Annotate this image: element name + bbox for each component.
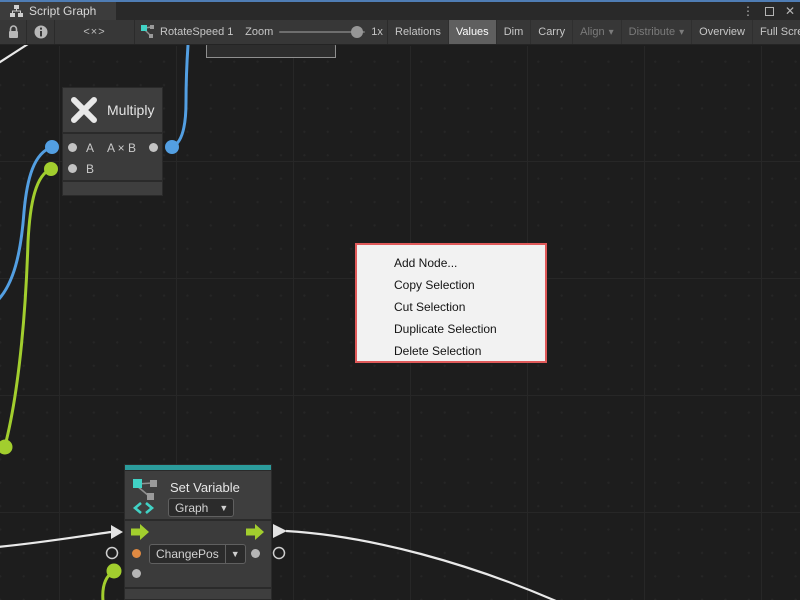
chevron-down-icon: ▼ — [214, 503, 233, 513]
port-a-label: A — [86, 141, 94, 155]
breadcrumb[interactable]: RotateSpeed 1 — [135, 20, 235, 44]
chevron-down-icon: ▼ — [226, 549, 245, 559]
port-result-label: A × B — [107, 141, 136, 155]
tab-script-graph[interactable]: Script Graph — [0, 2, 116, 20]
toolbar-button-overview[interactable]: Overview — [692, 20, 753, 44]
multiply-header[interactable]: Multiply — [63, 88, 162, 132]
toolbar-buttons: RelationsValuesDimCarryAlignDistributeOv… — [387, 20, 800, 44]
graph-toolbar: <×> RotateSpeed 1 Zoom 1x RelationsValue… — [0, 20, 800, 45]
toolbar-button-carry[interactable]: Carry — [531, 20, 573, 44]
graph-asset-icon — [141, 25, 155, 39]
value-output-port[interactable] — [251, 549, 260, 558]
tab-title: Script Graph — [29, 4, 96, 18]
info-button[interactable] — [27, 20, 55, 44]
context-menu-item-cut-selection[interactable]: Cut Selection — [357, 296, 545, 318]
tab-bar: Script Graph ⋮ ✕ — [0, 2, 800, 20]
set-variable-title: Set Variable — [170, 480, 240, 495]
breadcrumb-label: RotateSpeed 1 — [160, 26, 233, 38]
port-a-input[interactable] — [68, 143, 77, 152]
toolbar-button-distribute[interactable]: Distribute — [622, 20, 693, 44]
port-b-input[interactable] — [68, 164, 77, 173]
context-menu-item-duplicate-selection[interactable]: Duplicate Selection — [357, 318, 545, 340]
edit-graph-button[interactable]: <×> — [55, 20, 135, 44]
lock-button[interactable] — [0, 20, 27, 44]
script-graph-window: Script Graph ⋮ ✕ <×> — [0, 0, 800, 600]
set-variable-header[interactable]: Set Variable Graph ▼ — [125, 471, 271, 519]
node-multiply[interactable]: Multiply A A × B B — [63, 88, 162, 195]
multiply-ports: A A × B B — [63, 134, 162, 180]
value-input-port[interactable] — [132, 569, 141, 578]
toolbar-button-align[interactable]: Align — [573, 20, 622, 44]
maximize-icon[interactable] — [765, 7, 774, 16]
multiply-title: Multiply — [107, 102, 154, 118]
port-row-a: A A × B — [63, 137, 162, 158]
node-set-variable[interactable]: Set Variable Graph ▼ ChangePos ▼ — [125, 465, 271, 599]
graph-tab-icon — [10, 5, 23, 17]
info-icon — [34, 25, 48, 39]
context-menu-item-copy-selection[interactable]: Copy Selection — [357, 274, 545, 296]
zoom-slider-knob[interactable] — [351, 26, 363, 38]
variable-name-dropdown[interactable]: ChangePos ▼ — [149, 544, 246, 564]
toolbar-button-dim[interactable]: Dim — [497, 20, 532, 44]
zoom-label: Zoom — [245, 26, 273, 38]
variable-input-port[interactable] — [132, 549, 141, 558]
set-variable-icon — [132, 478, 164, 516]
context-menu-item-add-node[interactable]: Add Node... — [357, 252, 545, 274]
scope-value: Graph — [169, 501, 214, 515]
code-icon: <×> — [83, 26, 105, 38]
context-menu-item-delete-selection[interactable]: Delete Selection — [357, 340, 545, 362]
partially-hidden-node[interactable] — [206, 43, 336, 58]
window-menu-icon[interactable]: ⋮ — [742, 2, 754, 20]
zoom-slider[interactable] — [279, 31, 365, 33]
multiply-footer — [63, 182, 162, 195]
context-menu: Add Node...Copy SelectionCut SelectionDu… — [355, 243, 547, 363]
toolbar-button-full-screen[interactable]: Full Screen — [753, 20, 800, 44]
toolbar-button-values[interactable]: Values — [449, 20, 497, 44]
variable-name-value: ChangePos — [150, 547, 225, 561]
port-b-label: B — [86, 162, 94, 176]
set-variable-body: ChangePos ▼ — [125, 521, 271, 587]
close-icon[interactable]: ✕ — [785, 2, 795, 20]
port-result-output[interactable] — [149, 143, 158, 152]
window-controls: ⋮ ✕ — [742, 2, 795, 20]
zoom-control: Zoom 1x — [235, 20, 387, 44]
multiply-icon — [70, 96, 98, 124]
zoom-value: 1x — [371, 26, 383, 38]
lock-icon — [7, 25, 20, 39]
toolbar-button-relations[interactable]: Relations — [388, 20, 449, 44]
set-variable-footer — [125, 589, 271, 599]
window-focus-accent — [0, 0, 800, 2]
variable-scope-dropdown[interactable]: Graph ▼ — [168, 498, 234, 517]
port-row-b: B — [63, 158, 162, 179]
